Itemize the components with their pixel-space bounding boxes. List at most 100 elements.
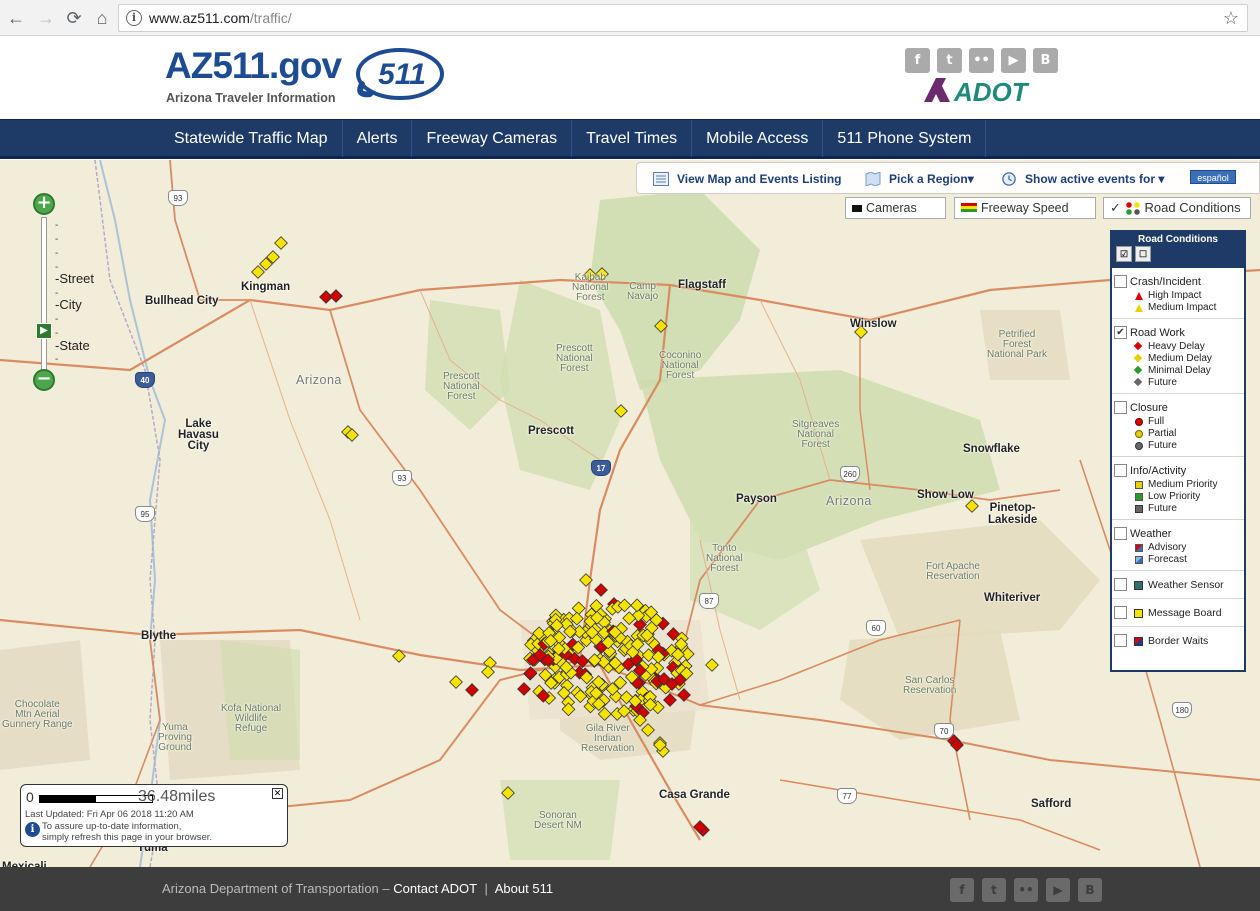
legend-medium-impact: Medium Impact: [1112, 302, 1244, 314]
park-coconino: Coconino National Forest: [659, 350, 702, 381]
nav-travel-times[interactable]: Travel Times: [572, 120, 693, 157]
region-arizona-east: Arizona: [826, 494, 872, 508]
pick-region-dropdown[interactable]: Pick a Region▾: [865, 171, 974, 187]
info-activity-toggle[interactable]: Info/Activity: [1112, 463, 1244, 479]
weather-checkbox[interactable]: [1114, 527, 1127, 540]
site-footer: Arizona Department of Transportation – C…: [0, 867, 1260, 911]
address-bar[interactable]: i www.az511.com/traffic/ ☆: [118, 4, 1248, 32]
blogger-icon[interactable]: B: [1033, 48, 1058, 73]
zoom-label-street[interactable]: -Street: [55, 271, 94, 286]
zoom-tick: -: [55, 220, 59, 231]
youtube-icon[interactable]: ▶: [1001, 48, 1026, 73]
map-basemap[interactable]: [0, 160, 1260, 867]
zoom-slider-track[interactable]: [41, 217, 47, 375]
forward-arrow-icon[interactable]: →: [34, 6, 58, 30]
zoom-in-button[interactable]: +: [33, 193, 55, 215]
group-closure: Closure Full Partial Future: [1112, 394, 1244, 457]
weather-toggle[interactable]: Weather: [1112, 526, 1244, 542]
back-arrow-icon[interactable]: ←: [4, 6, 28, 30]
park-san-carlos: San Carlos Reservation: [903, 675, 957, 696]
yellow-diamond-icon: [1133, 353, 1143, 363]
espanol-button[interactable]: español: [1190, 170, 1236, 184]
border-waits-toggle[interactable]: Border Waits: [1112, 627, 1244, 655]
weather-sensor-toggle[interactable]: Weather Sensor: [1112, 571, 1244, 599]
facebook-icon[interactable]: f: [950, 878, 974, 902]
site-info-icon[interactable]: i: [126, 10, 142, 26]
zoom-label-state[interactable]: -State: [55, 338, 90, 353]
road-work-checkbox[interactable]: ✔: [1114, 326, 1127, 339]
az511-logo-title[interactable]: AZ511.gov: [165, 46, 342, 86]
weather-sensor-checkbox[interactable]: [1114, 578, 1127, 591]
nav-mobile-access[interactable]: Mobile Access: [692, 120, 824, 157]
legend-advisory: Advisory: [1112, 542, 1244, 554]
info-activity-checkbox[interactable]: [1114, 464, 1127, 477]
adot-logo[interactable]: ADOT: [922, 76, 1042, 104]
yellow-triangle-icon: [1135, 304, 1143, 312]
highway-260-shield: 260: [840, 466, 860, 482]
contact-adot-link[interactable]: Contact ADOT: [393, 881, 477, 896]
about-511-link[interactable]: About 511: [495, 881, 553, 896]
crash-incident-checkbox[interactable]: [1114, 275, 1127, 288]
highway-93-shield-south: 93: [392, 470, 412, 486]
scale-zero-label: 0: [26, 789, 34, 805]
reload-icon[interactable]: ⟳: [62, 6, 86, 30]
traffic-map[interactable]: Bullhead City Kingman Flagstaff Winslow …: [0, 160, 1260, 867]
legend-forecast: Forecast: [1112, 554, 1244, 566]
browser-toolbar: ← → ⟳ ⌂ i www.az511.com/traffic/ ☆: [0, 0, 1260, 36]
legend-high-impact: High Impact: [1112, 290, 1244, 302]
red-triangle-icon: [1135, 292, 1143, 300]
road-work-toggle[interactable]: ✔ Road Work: [1112, 325, 1244, 341]
zoom-tick: -: [55, 354, 59, 365]
highway-70-shield: 70: [934, 723, 954, 739]
freeway-speed-layer-button[interactable]: Freeway Speed: [954, 197, 1096, 219]
message-board-toggle[interactable]: Message Board: [1112, 599, 1244, 627]
advisory-icon: [1135, 544, 1143, 552]
view-map-events-listing-button[interactable]: View Map and Events Listing: [653, 171, 841, 187]
show-active-events-dropdown[interactable]: Show active events for ▾: [1001, 171, 1164, 187]
legend-medium-priority: Medium Priority: [1112, 479, 1244, 491]
uncheck-all-icon[interactable]: ☐: [1135, 246, 1151, 262]
border-waits-icon: [1134, 637, 1143, 646]
park-kofa: Kofa National Wildlife Refuge: [221, 703, 282, 734]
city-whiteriver: Whiteriver: [984, 592, 1041, 604]
facebook-icon[interactable]: f: [905, 48, 930, 73]
zoom-control: + - - - - -Street - -City - - -State - ▶…: [33, 193, 113, 391]
speed-legend-icon: [961, 203, 977, 212]
road-conditions-layer-button[interactable]: ✓ Road Conditions: [1103, 197, 1251, 219]
zoom-label-city[interactable]: -City: [55, 297, 82, 312]
nav-statewide-traffic-map[interactable]: Statewide Traffic Map: [160, 120, 343, 157]
border-waits-checkbox[interactable]: [1114, 634, 1127, 647]
youtube-icon[interactable]: ▶: [1046, 878, 1070, 902]
park-chocolate-mtn: Chocolate Mtn Aerial Gunnery Range: [2, 699, 73, 730]
crash-incident-toggle[interactable]: Crash/Incident: [1112, 274, 1244, 290]
bookmark-star-icon[interactable]: ☆: [1223, 8, 1239, 29]
cameras-layer-button[interactable]: Cameras: [845, 197, 946, 219]
red-circle-icon: [1135, 418, 1143, 426]
refresh-message: To assure up-to-date information, simply…: [42, 821, 213, 843]
home-icon[interactable]: ⌂: [90, 6, 114, 30]
message-board-checkbox[interactable]: [1114, 606, 1127, 619]
flickr-icon[interactable]: ••: [1014, 878, 1038, 902]
green-diamond-icon: [1133, 365, 1143, 375]
footer-agency: Arizona Department of Transportation –: [162, 881, 390, 896]
group-crash-incident: Crash/Incident High Impact Medium Impact: [1112, 268, 1244, 319]
site-header: AZ511.gov 511 Arizona Traveler Informati…: [0, 36, 1260, 119]
zoom-slider-handle[interactable]: ▶: [36, 323, 52, 339]
closure-toggle[interactable]: Closure: [1112, 400, 1244, 416]
check-all-icon[interactable]: ☑: [1116, 246, 1132, 262]
nav-freeway-cameras[interactable]: Freeway Cameras: [412, 120, 573, 157]
nav-alerts[interactable]: Alerts: [343, 120, 413, 157]
twitter-icon[interactable]: t: [937, 48, 962, 73]
511-badge-logo[interactable]: 511: [352, 44, 444, 102]
flickr-icon[interactable]: ••: [969, 48, 994, 73]
blogger-icon[interactable]: B: [1078, 878, 1102, 902]
listing-icon: [653, 172, 669, 186]
city-pinetop-lakeside: Pinetop- Lakeside: [988, 502, 1038, 526]
close-icon[interactable]: ✕: [272, 788, 283, 799]
svg-text:511: 511: [378, 58, 426, 91]
twitter-icon[interactable]: t: [982, 878, 1006, 902]
zoom-out-button[interactable]: −: [33, 369, 55, 391]
url-text[interactable]: www.az511.com/traffic/: [149, 10, 292, 26]
closure-checkbox[interactable]: [1114, 401, 1127, 414]
nav-511-phone-system[interactable]: 511 Phone System: [823, 120, 987, 157]
